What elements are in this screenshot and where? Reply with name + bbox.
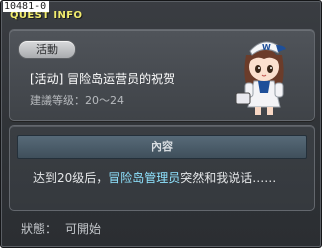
svg-text:W: W <box>262 43 271 52</box>
npc-name-highlight: 冒险岛管理员 <box>108 171 181 185</box>
content-text-after: 突然和我说话…… <box>180 171 277 185</box>
content-text: 达到20级后，冒险岛管理员突然和我说话…… <box>33 169 276 186</box>
quest-summary-panel: 活動 [活动] 冒险岛运营员的祝贺 建議等级：20～24 W <box>9 29 315 121</box>
content-header: 內容 <box>17 135 307 159</box>
title-bar[interactable]: QUEST INFO <box>3 3 319 25</box>
quest-level-recommendation: 建議等级：20～24 <box>30 94 124 107</box>
quest-content-panel: 內容 达到20级后，冒险岛管理员突然和我说话…… <box>9 125 315 211</box>
quest-id-label: 10481-0 <box>3 1 50 12</box>
status-label: 狀態： <box>21 222 58 236</box>
npc-portrait-icon: W <box>235 41 286 115</box>
quest-name: [活动] 冒险岛运营员的祝贺 <box>30 72 176 86</box>
quest-info-window: 10481-0 QUEST INFO 活動 [活动] 冒险岛运营员的祝贺 建議等… <box>0 0 322 248</box>
status-value: 可開始 <box>65 222 102 236</box>
quest-status: 狀態： 可開始 <box>21 220 101 237</box>
content-text-before: 达到20级后， <box>33 171 109 185</box>
quest-type-tag: 活動 <box>18 40 76 59</box>
